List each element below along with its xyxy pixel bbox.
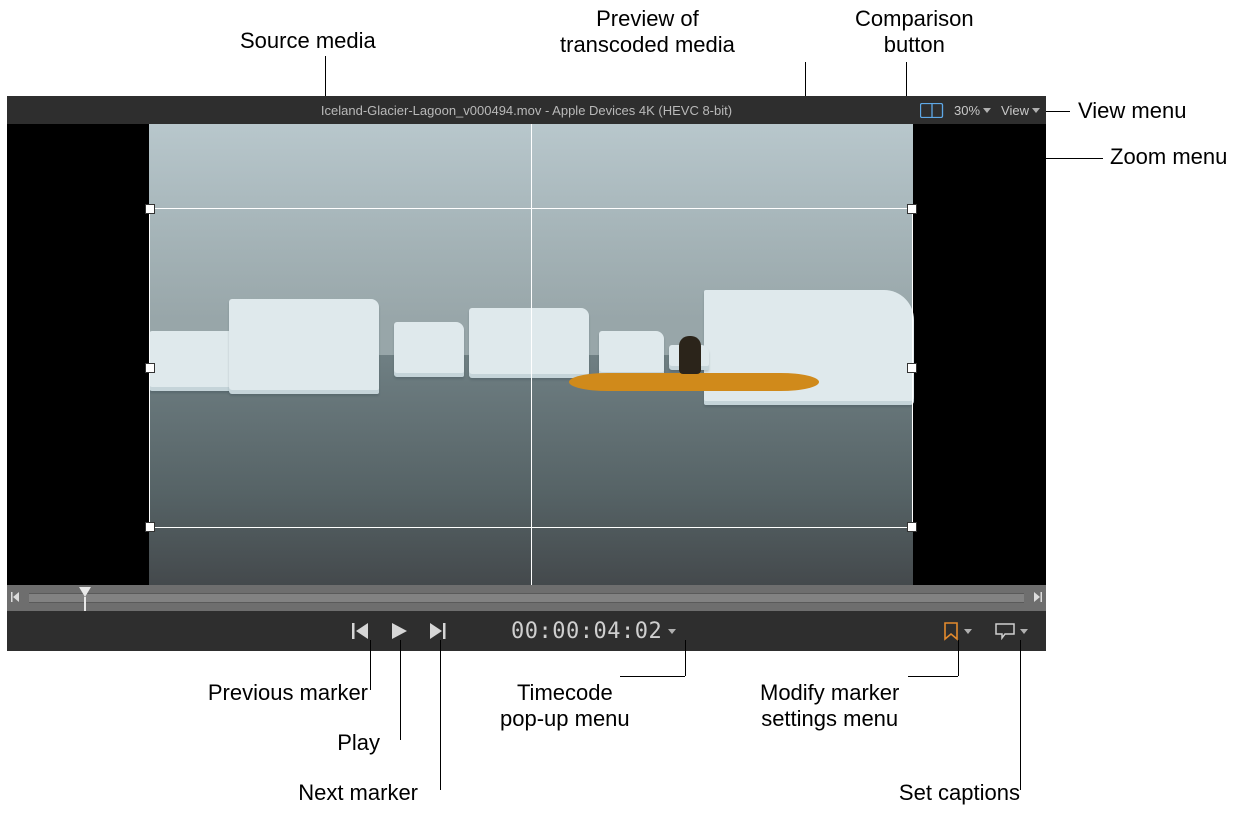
transport-bar: 00:00:04:02 xyxy=(7,611,1046,651)
annotation-source-media: Source media xyxy=(240,28,376,54)
preview-window: Iceland-Glacier-Lagoon_v000494.mov - App… xyxy=(7,96,1046,651)
zoom-menu[interactable]: 30% xyxy=(954,103,991,118)
annotation-zoom-menu: Zoom menu xyxy=(1110,144,1227,170)
chevron-down-icon xyxy=(668,629,676,634)
comparison-button[interactable] xyxy=(920,103,944,118)
view-menu[interactable]: View xyxy=(1001,103,1040,118)
caption-icon xyxy=(994,622,1016,640)
annotation-modify-marker: Modify marker settings menu xyxy=(760,680,899,733)
chevron-down-icon xyxy=(983,108,991,113)
annotation-view-menu: View menu xyxy=(1078,98,1186,124)
annotation-set-captions: Set captions xyxy=(880,780,1020,806)
timecode-value: 00:00:04:02 xyxy=(511,619,662,644)
annotation-play: Play xyxy=(335,730,380,756)
comparison-split-line[interactable] xyxy=(531,124,532,585)
playhead[interactable] xyxy=(79,587,91,597)
video-viewer[interactable] xyxy=(7,124,1046,585)
zoom-value: 30% xyxy=(954,103,980,118)
annotation-comparison-button: Comparison button xyxy=(855,6,974,59)
next-marker-button[interactable] xyxy=(427,622,447,640)
play-button[interactable] xyxy=(389,621,409,641)
modify-marker-menu[interactable] xyxy=(942,621,972,641)
chevron-down-icon xyxy=(1032,108,1040,113)
marker-icon xyxy=(942,621,960,641)
timecode-popup[interactable]: 00:00:04:02 xyxy=(511,619,676,644)
go-to-start-icon[interactable] xyxy=(7,591,25,606)
annotation-timecode-popup: Timecode pop-up menu xyxy=(500,680,630,733)
set-captions-menu[interactable] xyxy=(994,622,1028,640)
window-title: Iceland-Glacier-Lagoon_v000494.mov - App… xyxy=(7,103,1046,118)
chevron-down-icon xyxy=(964,629,972,634)
chevron-down-icon xyxy=(1020,629,1028,634)
timeline[interactable] xyxy=(7,585,1046,611)
go-to-end-icon[interactable] xyxy=(1028,591,1046,606)
view-label: View xyxy=(1001,103,1029,118)
timeline-track[interactable] xyxy=(29,593,1024,603)
annotation-preview-transcoded: Preview of transcoded media xyxy=(560,6,735,59)
annotation-previous-marker: Previous marker xyxy=(158,680,368,706)
annotation-next-marker: Next marker xyxy=(278,780,418,806)
previous-marker-button[interactable] xyxy=(351,622,371,640)
titlebar: Iceland-Glacier-Lagoon_v000494.mov - App… xyxy=(7,96,1046,124)
